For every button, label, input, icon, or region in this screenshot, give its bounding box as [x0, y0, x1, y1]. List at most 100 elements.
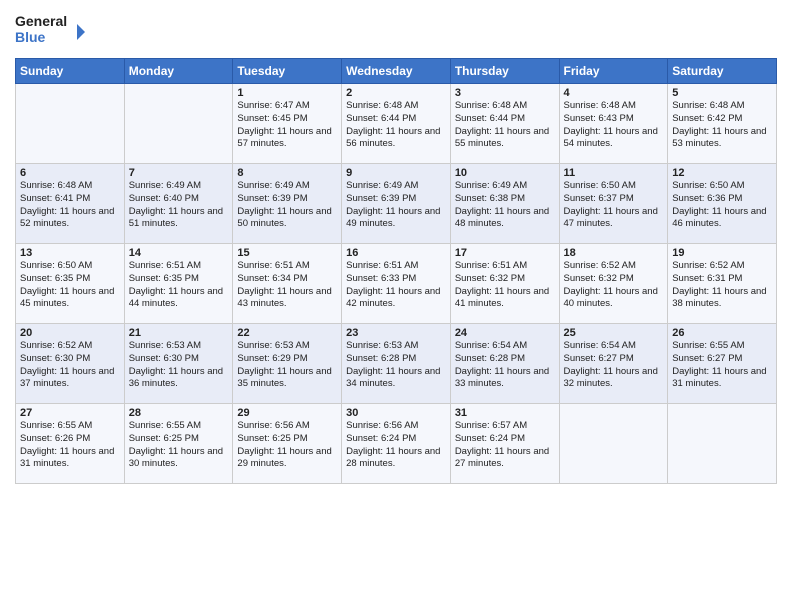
day-info: Sunrise: 6:55 AMSunset: 6:26 PMDaylight:…: [20, 420, 120, 471]
day-info: Sunrise: 6:53 AMSunset: 6:30 PMDaylight:…: [129, 340, 229, 391]
week-row-5: 27Sunrise: 6:55 AMSunset: 6:26 PMDayligh…: [16, 404, 777, 484]
day-cell: 23Sunrise: 6:53 AMSunset: 6:28 PMDayligh…: [342, 324, 451, 404]
day-cell: 12Sunrise: 6:50 AMSunset: 6:36 PMDayligh…: [668, 164, 777, 244]
logo: General Blue: [15, 10, 85, 50]
day-info: Sunrise: 6:51 AMSunset: 6:33 PMDaylight:…: [346, 260, 446, 311]
day-number: 29: [237, 407, 337, 419]
day-cell: 4Sunrise: 6:48 AMSunset: 6:43 PMDaylight…: [559, 84, 668, 164]
weekday-header-monday: Monday: [124, 59, 233, 84]
day-cell: 19Sunrise: 6:52 AMSunset: 6:31 PMDayligh…: [668, 244, 777, 324]
weekday-header-friday: Friday: [559, 59, 668, 84]
day-number: 6: [20, 167, 120, 179]
svg-text:General: General: [15, 13, 67, 29]
calendar-page: General Blue SundayMondayTuesdayWednesda…: [0, 0, 792, 612]
day-number: 1: [237, 87, 337, 99]
day-number: 7: [129, 167, 229, 179]
day-info: Sunrise: 6:52 AMSunset: 6:31 PMDaylight:…: [672, 260, 772, 311]
week-row-3: 13Sunrise: 6:50 AMSunset: 6:35 PMDayligh…: [16, 244, 777, 324]
day-cell: 27Sunrise: 6:55 AMSunset: 6:26 PMDayligh…: [16, 404, 125, 484]
day-number: 2: [346, 87, 446, 99]
day-number: 22: [237, 327, 337, 339]
day-number: 13: [20, 247, 120, 259]
day-number: 11: [564, 167, 664, 179]
day-cell: [559, 404, 668, 484]
day-info: Sunrise: 6:49 AMSunset: 6:38 PMDaylight:…: [455, 180, 555, 231]
day-info: Sunrise: 6:53 AMSunset: 6:28 PMDaylight:…: [346, 340, 446, 391]
day-cell: 5Sunrise: 6:48 AMSunset: 6:42 PMDaylight…: [668, 84, 777, 164]
day-cell: 1Sunrise: 6:47 AMSunset: 6:45 PMDaylight…: [233, 84, 342, 164]
day-number: 20: [20, 327, 120, 339]
day-number: 26: [672, 327, 772, 339]
day-info: Sunrise: 6:57 AMSunset: 6:24 PMDaylight:…: [455, 420, 555, 471]
day-number: 16: [346, 247, 446, 259]
day-number: 8: [237, 167, 337, 179]
day-number: 5: [672, 87, 772, 99]
day-cell: 30Sunrise: 6:56 AMSunset: 6:24 PMDayligh…: [342, 404, 451, 484]
weekday-header-saturday: Saturday: [668, 59, 777, 84]
day-info: Sunrise: 6:48 AMSunset: 6:44 PMDaylight:…: [455, 100, 555, 151]
day-cell: 31Sunrise: 6:57 AMSunset: 6:24 PMDayligh…: [450, 404, 559, 484]
day-info: Sunrise: 6:50 AMSunset: 6:37 PMDaylight:…: [564, 180, 664, 231]
day-number: 25: [564, 327, 664, 339]
day-cell: 3Sunrise: 6:48 AMSunset: 6:44 PMDaylight…: [450, 84, 559, 164]
day-number: 21: [129, 327, 229, 339]
day-cell: [668, 404, 777, 484]
day-number: 15: [237, 247, 337, 259]
day-info: Sunrise: 6:49 AMSunset: 6:39 PMDaylight:…: [237, 180, 337, 231]
day-number: 24: [455, 327, 555, 339]
day-info: Sunrise: 6:55 AMSunset: 6:25 PMDaylight:…: [129, 420, 229, 471]
day-number: 10: [455, 167, 555, 179]
day-cell: 24Sunrise: 6:54 AMSunset: 6:28 PMDayligh…: [450, 324, 559, 404]
day-info: Sunrise: 6:56 AMSunset: 6:24 PMDaylight:…: [346, 420, 446, 471]
calendar-table: SundayMondayTuesdayWednesdayThursdayFrid…: [15, 58, 777, 484]
day-info: Sunrise: 6:48 AMSunset: 6:43 PMDaylight:…: [564, 100, 664, 151]
day-number: 3: [455, 87, 555, 99]
day-cell: 22Sunrise: 6:53 AMSunset: 6:29 PMDayligh…: [233, 324, 342, 404]
day-info: Sunrise: 6:56 AMSunset: 6:25 PMDaylight:…: [237, 420, 337, 471]
day-info: Sunrise: 6:52 AMSunset: 6:30 PMDaylight:…: [20, 340, 120, 391]
day-cell: 21Sunrise: 6:53 AMSunset: 6:30 PMDayligh…: [124, 324, 233, 404]
day-info: Sunrise: 6:49 AMSunset: 6:39 PMDaylight:…: [346, 180, 446, 231]
day-cell: [16, 84, 125, 164]
week-row-2: 6Sunrise: 6:48 AMSunset: 6:41 PMDaylight…: [16, 164, 777, 244]
day-cell: 17Sunrise: 6:51 AMSunset: 6:32 PMDayligh…: [450, 244, 559, 324]
day-cell: 29Sunrise: 6:56 AMSunset: 6:25 PMDayligh…: [233, 404, 342, 484]
day-info: Sunrise: 6:54 AMSunset: 6:28 PMDaylight:…: [455, 340, 555, 391]
logo-svg: General Blue: [15, 10, 85, 50]
header: General Blue: [15, 10, 777, 50]
day-cell: 6Sunrise: 6:48 AMSunset: 6:41 PMDaylight…: [16, 164, 125, 244]
day-info: Sunrise: 6:55 AMSunset: 6:27 PMDaylight:…: [672, 340, 772, 391]
day-info: Sunrise: 6:48 AMSunset: 6:42 PMDaylight:…: [672, 100, 772, 151]
day-cell: 20Sunrise: 6:52 AMSunset: 6:30 PMDayligh…: [16, 324, 125, 404]
day-cell: [124, 84, 233, 164]
day-cell: 9Sunrise: 6:49 AMSunset: 6:39 PMDaylight…: [342, 164, 451, 244]
day-number: 9: [346, 167, 446, 179]
day-cell: 25Sunrise: 6:54 AMSunset: 6:27 PMDayligh…: [559, 324, 668, 404]
day-cell: 16Sunrise: 6:51 AMSunset: 6:33 PMDayligh…: [342, 244, 451, 324]
day-cell: 18Sunrise: 6:52 AMSunset: 6:32 PMDayligh…: [559, 244, 668, 324]
day-info: Sunrise: 6:51 AMSunset: 6:34 PMDaylight:…: [237, 260, 337, 311]
day-cell: 8Sunrise: 6:49 AMSunset: 6:39 PMDaylight…: [233, 164, 342, 244]
day-info: Sunrise: 6:53 AMSunset: 6:29 PMDaylight:…: [237, 340, 337, 391]
day-number: 4: [564, 87, 664, 99]
day-number: 31: [455, 407, 555, 419]
day-cell: 28Sunrise: 6:55 AMSunset: 6:25 PMDayligh…: [124, 404, 233, 484]
day-info: Sunrise: 6:50 AMSunset: 6:35 PMDaylight:…: [20, 260, 120, 311]
day-info: Sunrise: 6:51 AMSunset: 6:32 PMDaylight:…: [455, 260, 555, 311]
day-info: Sunrise: 6:51 AMSunset: 6:35 PMDaylight:…: [129, 260, 229, 311]
weekday-header-tuesday: Tuesday: [233, 59, 342, 84]
day-info: Sunrise: 6:48 AMSunset: 6:44 PMDaylight:…: [346, 100, 446, 151]
day-info: Sunrise: 6:49 AMSunset: 6:40 PMDaylight:…: [129, 180, 229, 231]
week-row-4: 20Sunrise: 6:52 AMSunset: 6:30 PMDayligh…: [16, 324, 777, 404]
day-number: 23: [346, 327, 446, 339]
day-info: Sunrise: 6:50 AMSunset: 6:36 PMDaylight:…: [672, 180, 772, 231]
day-cell: 7Sunrise: 6:49 AMSunset: 6:40 PMDaylight…: [124, 164, 233, 244]
day-number: 28: [129, 407, 229, 419]
weekday-header-thursday: Thursday: [450, 59, 559, 84]
day-cell: 10Sunrise: 6:49 AMSunset: 6:38 PMDayligh…: [450, 164, 559, 244]
day-number: 12: [672, 167, 772, 179]
day-cell: 11Sunrise: 6:50 AMSunset: 6:37 PMDayligh…: [559, 164, 668, 244]
weekday-header-wednesday: Wednesday: [342, 59, 451, 84]
day-number: 19: [672, 247, 772, 259]
svg-text:Blue: Blue: [15, 29, 46, 45]
